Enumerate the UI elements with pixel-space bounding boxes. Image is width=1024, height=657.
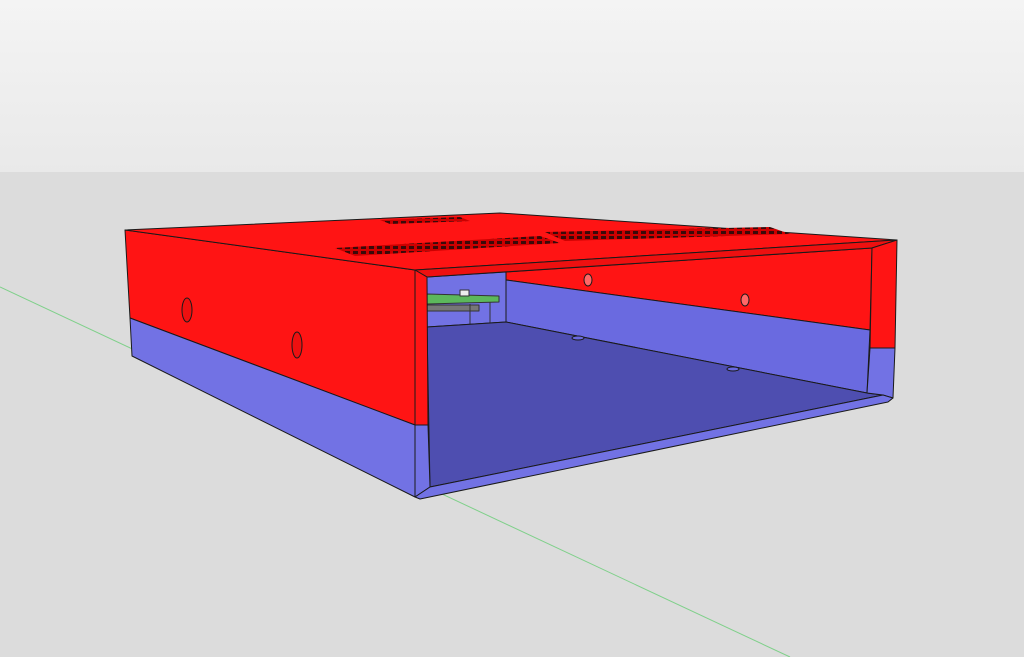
right-wall-red [869, 239, 898, 349]
floor-hole [571, 335, 585, 341]
left-wall-front-red [414, 269, 429, 426]
right-wall-blue [866, 347, 896, 399]
3d-model-viewport[interactable] [0, 0, 1024, 657]
floor-hole [726, 366, 740, 372]
mount-hole [740, 293, 750, 307]
side-hole [181, 297, 193, 323]
sky [0, 0, 1024, 172]
side-hole [291, 331, 303, 359]
scene [0, 0, 1024, 657]
mount-hole [583, 273, 593, 287]
left-wall-front-blue [414, 424, 431, 498]
